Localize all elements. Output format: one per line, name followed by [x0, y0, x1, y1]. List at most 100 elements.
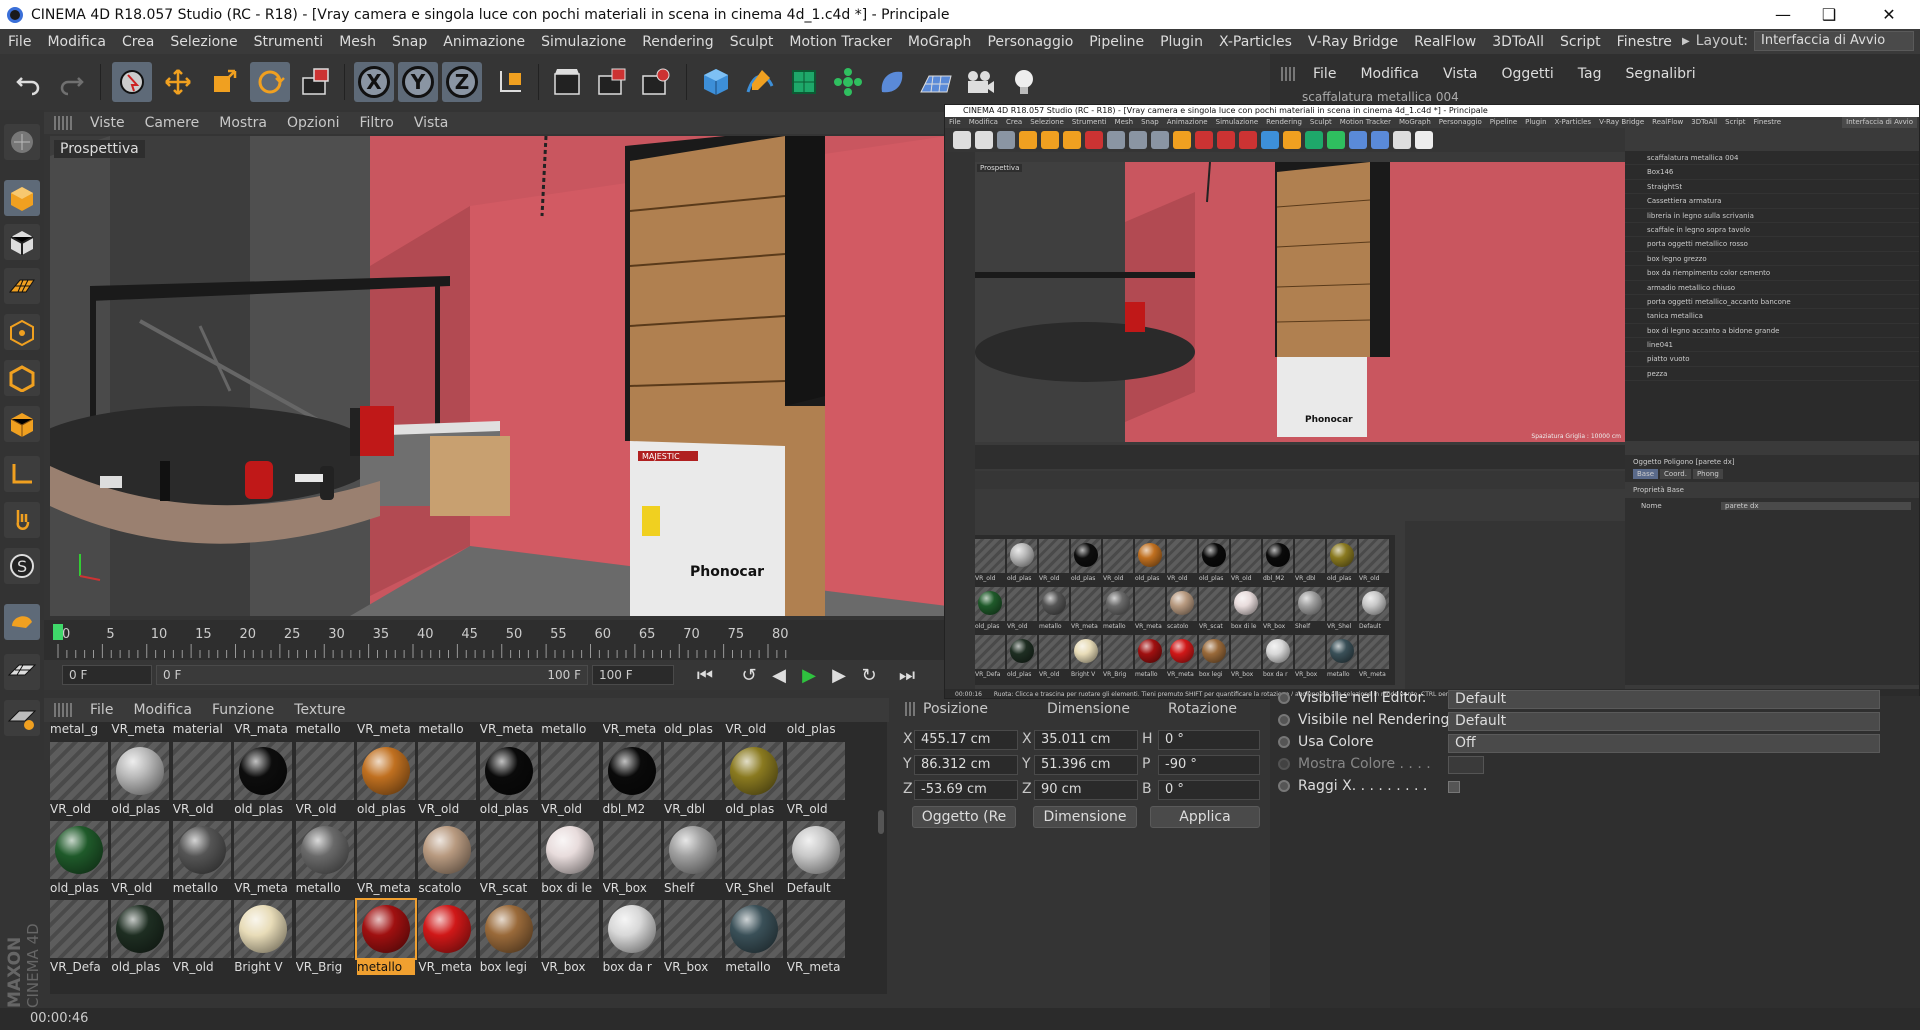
frame-range-slider[interactable]: 0 F 100 F [156, 665, 588, 685]
menu-item-11[interactable]: Motion Tracker [781, 34, 899, 50]
material-swatch[interactable]: metallo [541, 722, 600, 738]
attribute-dropdown[interactable]: Default [1448, 690, 1880, 709]
next-key-icon[interactable]: ↻ [856, 663, 882, 687]
object-menu-item[interactable]: Oggetti [1489, 66, 1565, 82]
material-swatch[interactable]: VR_meta [234, 821, 293, 897]
go-to-end-icon[interactable]: ⏭ [894, 663, 920, 687]
tweak-mode-icon[interactable] [4, 502, 40, 538]
camera-icon[interactable] [960, 62, 1000, 102]
viewport-menu-item[interactable]: Viste [80, 115, 135, 131]
material-swatch[interactable]: old_plas [725, 742, 784, 818]
previous-key-icon[interactable]: ↺ [736, 663, 762, 687]
viewport-menu-item[interactable]: Opzioni [277, 115, 349, 131]
rotation-field[interactable]: -90 ° [1158, 755, 1260, 775]
material-swatch[interactable]: old_plas [234, 742, 293, 818]
position-field[interactable]: 86.312 cm [914, 755, 1018, 775]
material-swatch[interactable]: metallo [355, 898, 417, 976]
points-mode-icon[interactable] [4, 314, 40, 350]
menu-item-6[interactable]: Snap [384, 34, 435, 50]
material-swatch[interactable]: metallo [295, 821, 354, 897]
material-swatch[interactable]: box di le [541, 821, 600, 897]
object-list-first-item[interactable]: scaffalatura metallica 004 [1276, 90, 1920, 104]
object-menu-item[interactable]: File [1301, 66, 1348, 82]
material-swatch[interactable]: old_plas [664, 722, 722, 738]
render-settings-icon[interactable] [636, 62, 676, 102]
menu-item-19[interactable]: 3DToAll [1484, 34, 1552, 50]
cube-primitive-icon[interactable] [696, 62, 736, 102]
render-picture-viewer-icon[interactable] [592, 62, 632, 102]
object-menu-item[interactable]: Tag [1566, 66, 1614, 82]
edges-mode-icon[interactable] [4, 360, 40, 396]
solo-mode-icon[interactable] [4, 654, 40, 690]
live-selection-icon[interactable] [112, 62, 152, 102]
axis-mode-icon[interactable] [4, 456, 40, 492]
scale-tool-icon[interactable] [204, 62, 244, 102]
object-menu-item[interactable]: Modifica [1348, 66, 1431, 82]
attribute-dropdown[interactable]: Default [1448, 712, 1880, 731]
animate-radio-icon[interactable] [1278, 714, 1290, 726]
material-swatch[interactable]: VR_old [418, 742, 477, 818]
material-swatch[interactable]: dbl_M2 [602, 742, 661, 818]
size-field[interactable]: 90 cm [1034, 780, 1138, 800]
texture-mode-icon[interactable] [4, 224, 40, 260]
material-swatch[interactable]: VR_old [786, 742, 845, 818]
material-swatch[interactable]: old_plas [357, 742, 415, 818]
polygons-mode-icon[interactable] [4, 406, 40, 442]
snap-icon[interactable]: S [4, 548, 40, 584]
y-axis-lock-button[interactable]: Y [398, 62, 438, 102]
workplane-mode-icon[interactable] [4, 268, 40, 304]
timeline-ruler[interactable]: 0 5 10 15 20 25 30 35 40 45 50 55 60 65 70 75 80 [44, 620, 949, 660]
material-swatch[interactable]: VR_meta [418, 900, 477, 976]
material-swatch[interactable]: VR_meta [602, 722, 661, 738]
menu-item-21[interactable]: Finestre [1609, 34, 1680, 50]
viewport-menu-item[interactable]: Mostra [209, 115, 277, 131]
rotation-field[interactable]: 0 ° [1158, 730, 1260, 750]
menu-item-10[interactable]: Sculpt [722, 34, 782, 50]
material-swatch[interactable]: Shelf [664, 821, 722, 897]
material-swatch[interactable]: VR_meta [479, 722, 538, 738]
material-swatch[interactable]: metallo [172, 821, 231, 897]
current-frame-field[interactable]: 0 F [62, 665, 152, 685]
material-swatch[interactable]: VR_mata [234, 722, 293, 738]
material-swatch[interactable]: VR_dbl [664, 742, 722, 818]
viewport-solo-icon[interactable] [4, 700, 40, 736]
x-axis-lock-button[interactable]: X [354, 62, 394, 102]
menu-item-13[interactable]: Personaggio [979, 34, 1081, 50]
z-axis-lock-button[interactable]: Z [442, 62, 482, 102]
redo-icon[interactable] [52, 62, 92, 102]
material-swatch[interactable]: VR_box [664, 900, 722, 976]
playhead[interactable] [53, 624, 63, 640]
menu-item-14[interactable]: Pipeline [1081, 34, 1152, 50]
material-swatch[interactable]: VR_old [172, 900, 231, 976]
material-swatch[interactable]: VR_scat [479, 821, 538, 897]
perspective-viewport[interactable]: MAJESTIC Phonocar Prospettiva [50, 136, 947, 616]
menu-item-1[interactable]: Modifica [39, 34, 114, 50]
material-menu-item[interactable]: Modifica [123, 702, 202, 718]
material-swatch[interactable]: metallo [725, 900, 784, 976]
material-swatch[interactable]: VR_box [602, 821, 661, 897]
material-swatch[interactable]: VR_old [541, 742, 600, 818]
pen-spline-icon[interactable] [740, 62, 780, 102]
previous-frame-icon[interactable]: ◀ [766, 663, 792, 687]
material-swatch[interactable]: metallo [295, 722, 354, 738]
menu-item-4[interactable]: Strumenti [246, 34, 332, 50]
apply-button[interactable]: Applica [1150, 806, 1260, 828]
menu-item-0[interactable]: File [0, 34, 39, 50]
material-scrollbar[interactable] [875, 722, 887, 994]
deformer-icon[interactable] [872, 62, 912, 102]
menu-item-8[interactable]: Simulazione [533, 34, 634, 50]
next-frame-icon[interactable]: ▶ [826, 663, 852, 687]
material-swatch[interactable]: metal_g [50, 722, 108, 738]
xray-checkbox[interactable] [1448, 781, 1460, 793]
move-tool-icon[interactable] [158, 62, 198, 102]
material-swatch[interactable]: VR_Defa [50, 900, 108, 976]
menu-item-2[interactable]: Crea [114, 34, 162, 50]
minimize-icon[interactable]: — [1760, 0, 1806, 29]
material-swatch[interactable]: VR_Brig [295, 900, 354, 976]
size-field[interactable]: 35.011 cm [1034, 730, 1138, 750]
material-swatch[interactable]: VR_meta [786, 900, 845, 976]
cloner-icon[interactable] [828, 62, 868, 102]
animate-radio-icon[interactable] [1278, 780, 1290, 792]
material-swatch[interactable]: old_plas [50, 821, 108, 897]
menu-item-15[interactable]: Plugin [1152, 34, 1211, 50]
